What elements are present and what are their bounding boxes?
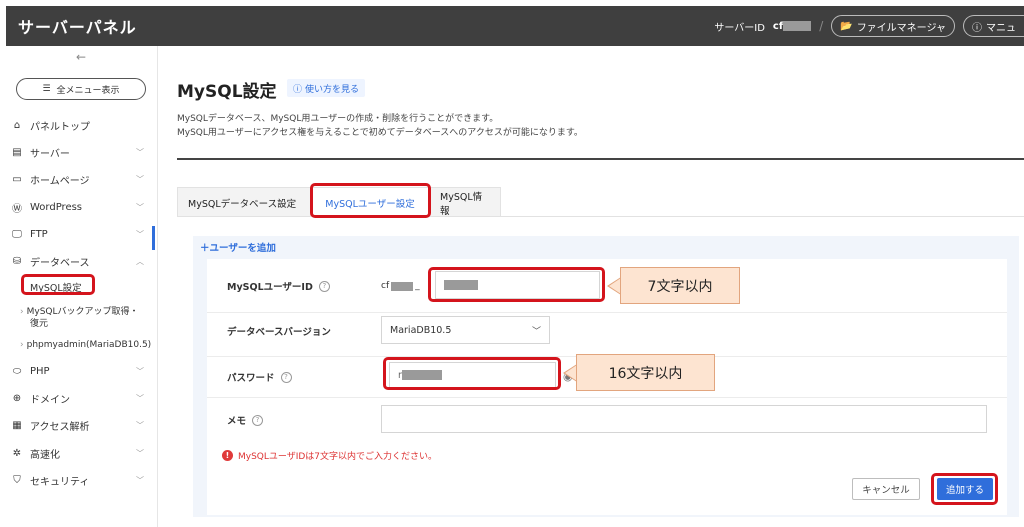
- wordpress-icon: Ⓦ: [12, 203, 22, 215]
- server-id-label: サーバーID: [714, 22, 765, 34]
- sidebar-item-ftp[interactable]: 🖵 FTP ﹀: [10, 224, 148, 244]
- annotation-box-add-button: [931, 473, 998, 505]
- masked-text: [391, 281, 414, 291]
- chevron-down-icon: ﹀: [136, 366, 144, 376]
- collapse-arrow-icon[interactable]: ←: [76, 50, 86, 64]
- window-icon: ▭: [12, 173, 22, 185]
- globe-icon: ⊕: [12, 392, 22, 404]
- database-icon: ⛁: [12, 255, 22, 267]
- tab-mysql-database[interactable]: MySQLデータベース設定: [177, 187, 311, 217]
- speed-icon: ✲: [12, 447, 22, 459]
- description-line-2: MySQL用ユーザーにアクセス権を与えることで初めてデータベースへのアクセスが可…: [177, 128, 583, 138]
- form-row-divider: [207, 397, 1007, 398]
- php-icon: ⬭: [12, 365, 22, 377]
- app-title: サーバーパネル: [18, 18, 137, 37]
- help-circle-icon: ⓘ: [972, 22, 982, 34]
- chart-icon: ▦: [12, 419, 22, 431]
- add-user-toggle[interactable]: ＋ユーザーを追加: [200, 240, 276, 254]
- help-icon[interactable]: ?: [280, 371, 292, 383]
- sidebar-item-php[interactable]: ⬭ PHP ﹀: [10, 361, 148, 381]
- title-divider: [177, 158, 1024, 160]
- chevron-right-icon: ›: [20, 340, 24, 350]
- sidebar-item-security[interactable]: ⛉ セキュリティ ﹀: [10, 470, 148, 490]
- chevron-up-icon: ︿: [136, 256, 144, 266]
- active-indicator: [152, 226, 155, 250]
- sidebar-item-server[interactable]: ▤ サーバー ﹀: [10, 142, 148, 162]
- server-icon: ▤: [12, 146, 22, 158]
- validation-error: ! MySQLユーザIDは7文字以内でご入力ください。: [222, 449, 437, 462]
- password-label: パスワード?: [227, 370, 292, 384]
- manual-button[interactable]: ⓘ マニュ: [963, 15, 1024, 37]
- cancel-button[interactable]: キャンセル: [852, 478, 920, 500]
- top-header: サーバーパネル サーバーID cf / 📂 ファイルマネージャ ⓘ マニュ: [6, 6, 1024, 46]
- sidebar-item-speed[interactable]: ✲ 高速化 ﹀: [10, 443, 148, 463]
- chevron-down-icon: ﹀: [136, 393, 144, 403]
- annotation-box-mysql-settings: [21, 274, 95, 295]
- help-circle-icon: ⓘ: [293, 84, 303, 95]
- all-menu-button[interactable]: ☰ 全メニュー表示: [16, 78, 146, 100]
- help-icon[interactable]: ?: [252, 414, 264, 426]
- annotation-box-password: [383, 357, 561, 390]
- callout-pointer: [607, 277, 621, 295]
- callout-16-chars: 16文字以内: [576, 354, 715, 391]
- sidebar-item-wordpress[interactable]: Ⓦ WordPress ﹀: [10, 197, 148, 217]
- sidebar-item-access-analysis[interactable]: ▦ アクセス解析 ﹀: [10, 415, 148, 435]
- file-manager-button[interactable]: 📂 ファイルマネージャ: [831, 15, 955, 37]
- chevron-right-icon: ›: [20, 307, 24, 317]
- hamburger-icon: ☰: [42, 84, 51, 94]
- folder-icon: 📂: [840, 20, 853, 32]
- callout-pointer: [563, 364, 577, 382]
- form-row-divider: [207, 312, 1007, 313]
- user-id-prefix: cf _: [381, 281, 420, 291]
- error-icon: !: [222, 450, 233, 461]
- chevron-down-icon: ﹀: [136, 420, 144, 430]
- monitor-icon: 🖵: [12, 228, 22, 240]
- howto-link[interactable]: ⓘ 使い方を見る: [287, 79, 366, 97]
- sidebar-item-domain[interactable]: ⊕ ドメイン ﹀: [10, 388, 148, 408]
- db-version-select[interactable]: MariaDB10.5 ﹀: [381, 316, 550, 344]
- header-right: サーバーID cf / 📂 ファイルマネージャ ⓘ マニュ: [714, 6, 1024, 46]
- callout-7-chars: 7文字以内: [620, 267, 740, 304]
- memo-input[interactable]: [381, 405, 987, 433]
- tab-underline: [177, 216, 1024, 217]
- chevron-down-icon: ﹀: [136, 174, 144, 184]
- sidebar-item-database[interactable]: ⛁ データベース ︿: [10, 251, 148, 271]
- home-icon: ⌂: [13, 119, 21, 131]
- header-separator: /: [819, 19, 824, 33]
- description-line-1: MySQLデータベース、MySQL用ユーザーの作成・削除を行うことができます。: [177, 114, 499, 124]
- db-version-label: データベースバージョン: [227, 327, 331, 338]
- chevron-down-icon: ﹀: [136, 147, 144, 157]
- annotation-box-user-tab: [310, 183, 431, 218]
- masked-text: [783, 20, 812, 31]
- sidebar-sub-phpmyadmin[interactable]: › phpmyadmin(MariaDB10.5): [20, 340, 151, 350]
- sidebar-item-panel-top[interactable]: ⌂ パネルトップ: [10, 115, 148, 135]
- chevron-down-icon: ﹀: [136, 448, 144, 458]
- sidebar-sub-mysql-backup-line2[interactable]: 復元: [30, 316, 48, 329]
- shield-icon: ⛉: [13, 474, 21, 486]
- tab-mysql-info[interactable]: MySQL情報: [429, 187, 501, 217]
- chevron-down-icon: ﹀: [136, 475, 144, 485]
- memo-label: メモ?: [227, 413, 264, 427]
- chevron-down-icon: ﹀: [531, 326, 541, 337]
- help-icon[interactable]: ?: [318, 280, 330, 292]
- server-id-value: cf: [773, 20, 812, 32]
- annotation-box-user-id: [428, 267, 605, 302]
- chevron-down-icon: ﹀: [136, 229, 144, 239]
- user-id-label: MySQLユーザーID?: [227, 279, 330, 293]
- chevron-down-icon: ﹀: [136, 202, 144, 212]
- page-title: MySQL設定: [177, 82, 277, 102]
- sidebar-item-homepage[interactable]: ▭ ホームページ ﹀: [10, 169, 148, 189]
